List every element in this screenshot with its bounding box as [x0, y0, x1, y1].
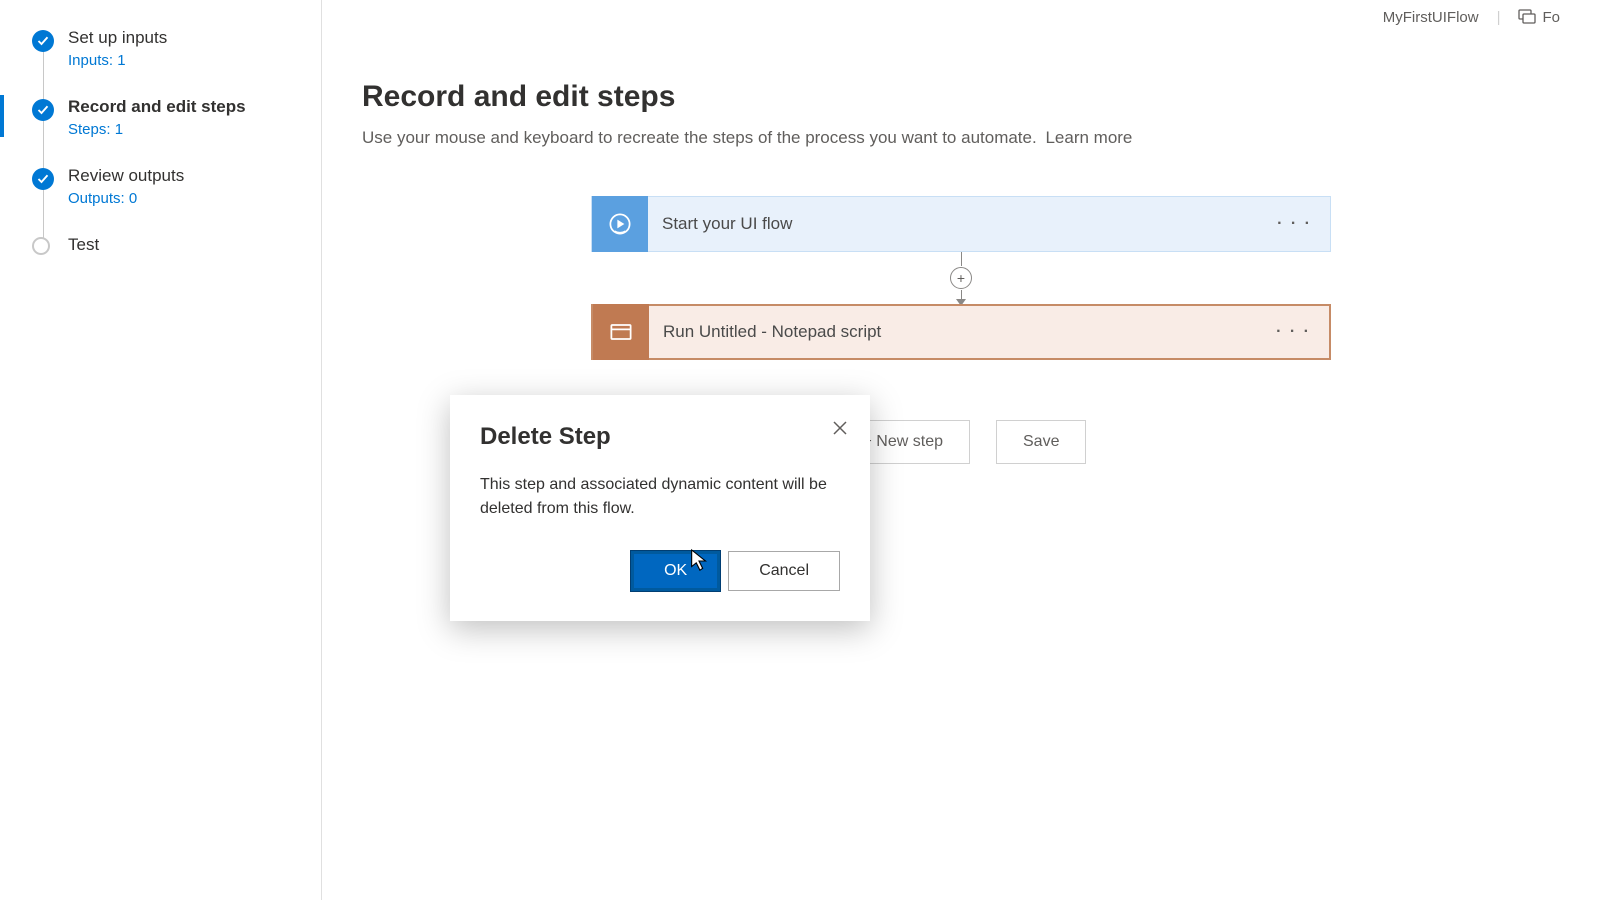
check-icon: [32, 168, 54, 190]
wizard-step-title: Record and edit steps: [68, 97, 321, 117]
flow-name-label[interactable]: MyFirstUIFlow: [1383, 9, 1479, 26]
learn-more-link[interactable]: Learn more: [1045, 128, 1132, 147]
flow-step-run-script[interactable]: Run Untitled - Notepad script · · ·: [591, 304, 1331, 360]
wizard-sidebar: Set up inputs Inputs: 1 Record and edit …: [0, 0, 322, 900]
dialog-close-button[interactable]: [832, 419, 848, 442]
flow-step-label: Start your UI flow: [648, 214, 1259, 234]
dialog-cancel-button[interactable]: Cancel: [728, 551, 840, 591]
delete-step-dialog: Delete Step This step and associated dyn…: [450, 395, 870, 621]
flow-connector: +: [950, 252, 972, 304]
step-menu-button[interactable]: · · ·: [1259, 215, 1330, 233]
check-icon: [32, 30, 54, 52]
window-icon: [593, 304, 649, 360]
wizard-step-sub: Outputs: 0: [68, 190, 321, 207]
dialog-ok-button[interactable]: OK: [631, 551, 720, 591]
check-icon: [32, 99, 54, 121]
empty-circle-icon: [32, 237, 50, 255]
flow-step-start[interactable]: Start your UI flow · · ·: [591, 196, 1331, 252]
page-title: Record and edit steps: [362, 80, 1560, 114]
wizard-step-title: Test: [68, 235, 321, 255]
close-icon: [832, 420, 848, 436]
dialog-title: Delete Step: [480, 423, 840, 451]
wizard-step-sub: Steps: 1: [68, 121, 321, 138]
dialog-body: This step and associated dynamic content…: [480, 473, 840, 521]
wizard-step-sub: Inputs: 1: [68, 52, 321, 69]
wizard-step-title: Set up inputs: [68, 28, 321, 48]
save-button[interactable]: Save: [996, 420, 1086, 464]
wizard-step-inputs[interactable]: Set up inputs Inputs: 1: [32, 28, 321, 97]
wizard-step-test[interactable]: Test: [32, 235, 321, 283]
topbar: MyFirstUIFlow | Fo: [362, 0, 1560, 34]
step-menu-button[interactable]: · · ·: [1258, 323, 1329, 341]
feedback-link[interactable]: Fo: [1518, 9, 1560, 26]
feedback-icon: [1518, 9, 1536, 25]
flow-step-label: Run Untitled - Notepad script: [649, 322, 1258, 342]
wizard-step-title: Review outputs: [68, 166, 321, 186]
add-step-inline-button[interactable]: +: [950, 267, 972, 289]
wizard-step-record[interactable]: Record and edit steps Steps: 1: [32, 97, 321, 166]
play-record-icon: [592, 196, 648, 252]
page-description: Use your mouse and keyboard to recreate …: [362, 128, 1560, 148]
wizard-step-outputs[interactable]: Review outputs Outputs: 0: [32, 166, 321, 235]
